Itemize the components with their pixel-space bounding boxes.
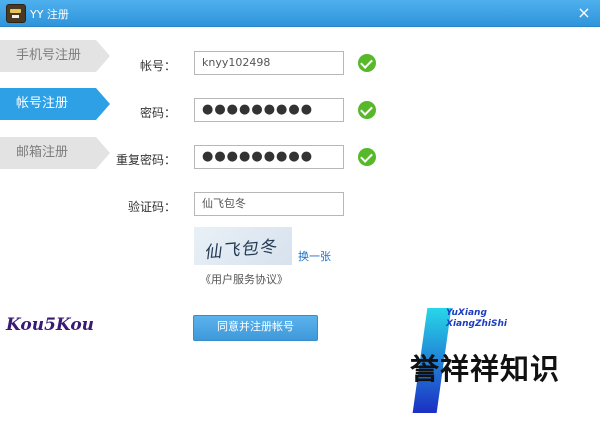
account-label: 帐号： (139, 59, 176, 73)
captcha-image[interactable]: 仙飞包冬 (194, 227, 292, 265)
watermark-subtitle: YuXiang XiangZhiShi (446, 308, 507, 330)
signature-text: Kou5Kou (6, 315, 95, 335)
captcha-input[interactable]: 仙飞包冬 (194, 192, 344, 216)
account-input[interactable]: knyy102498 (194, 51, 344, 75)
app-logo-icon (6, 4, 26, 23)
captcha-image-text: 仙飞包冬 (203, 236, 280, 264)
confirm-password-label: 重复密码： (115, 153, 176, 167)
account-valid-check-icon (358, 54, 376, 72)
close-button[interactable]: × (574, 3, 594, 23)
captcha-label: 验证码： (127, 200, 176, 214)
watermark-logo: YuXiang XiangZhiShi 誉祥祥知识 (410, 308, 590, 418)
confirm-password-input[interactable]: ●●●●●●●●● (194, 145, 344, 169)
watermark-main-text: 誉祥祥知识 (410, 352, 561, 386)
tab-label: 邮箱注册 (16, 145, 69, 160)
tab-label: 手机号注册 (16, 48, 82, 63)
window-title: YY 注册 (30, 8, 69, 21)
password-valid-check-icon (358, 101, 376, 119)
password-label: 密码： (139, 106, 176, 120)
title-bar: YY 注册 × (0, 0, 600, 27)
user-agreement-link[interactable]: 《用户服务协议》 (200, 271, 288, 287)
agree-register-button[interactable]: 同意并注册帐号 (193, 315, 318, 341)
password-input[interactable]: ●●●●●●●●● (194, 98, 344, 122)
refresh-captcha-link[interactable]: 换一张 (298, 248, 331, 264)
tab-label: 帐号注册 (16, 96, 69, 111)
watermark-line1: YuXiang (446, 308, 487, 318)
watermark-line2: XiangZhiShi (446, 319, 507, 329)
confirm-password-valid-check-icon (358, 148, 376, 166)
